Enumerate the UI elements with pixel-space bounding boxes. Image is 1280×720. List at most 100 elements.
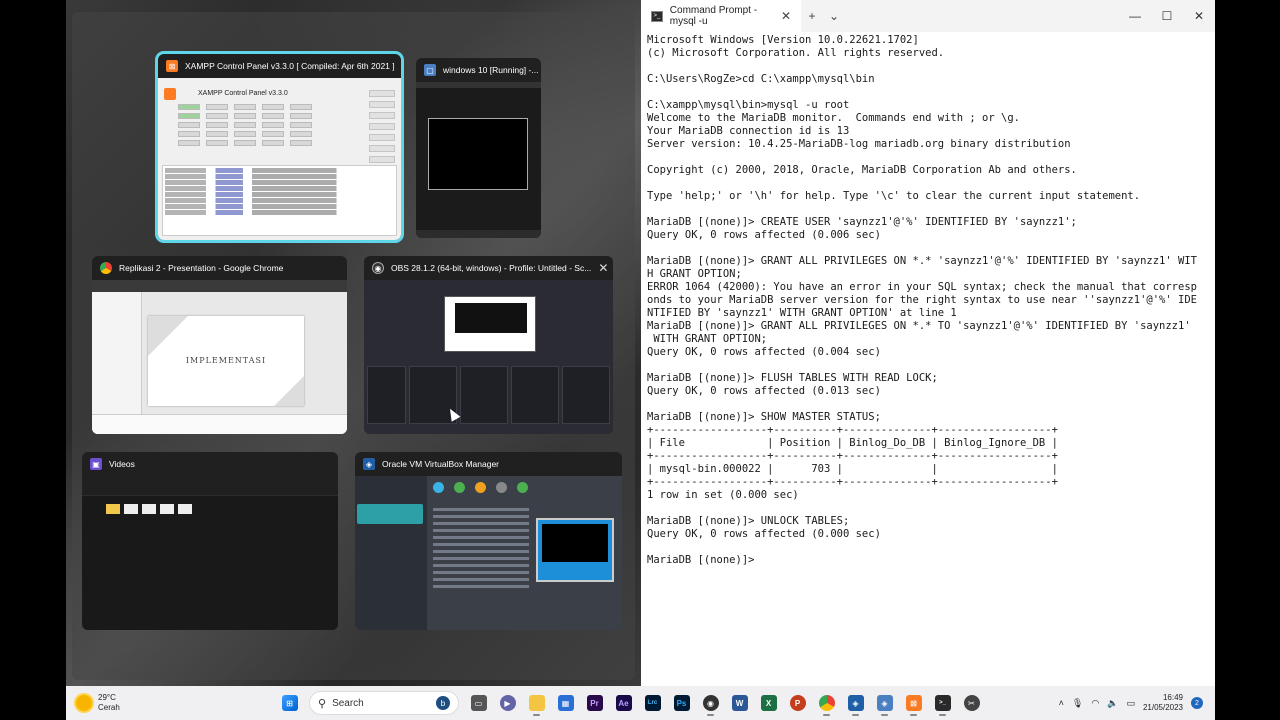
notification-badge[interactable]: 2	[1191, 697, 1203, 709]
folder-icon	[528, 695, 545, 711]
xampp-log-area	[162, 165, 397, 236]
xampp-module-grid	[178, 102, 358, 160]
search-label: Search	[332, 697, 364, 709]
excel-icon: X	[760, 695, 777, 711]
vbox-toolbar	[433, 482, 528, 493]
vm-list-selected	[357, 504, 423, 524]
weather-widget[interactable]: 29°C Cerah	[66, 693, 276, 713]
obs-button[interactable]: ◉	[697, 690, 724, 717]
window-title-bar: ▢ windows 10 [Running] -...	[416, 58, 541, 82]
slide-title: IMPLEMENTASI	[185, 356, 267, 365]
after-effects-icon: Ae	[615, 695, 632, 711]
after-effects-button[interactable]: Ae	[610, 690, 637, 717]
terminal-output[interactable]: Microsoft Windows [Version 10.0.22621.17…	[641, 32, 1215, 569]
command-prompt-button[interactable]: >_	[929, 690, 956, 717]
teams-button[interactable]: ▶	[494, 690, 521, 717]
photoshop-button[interactable]: Ps	[668, 690, 695, 717]
window-thumbnail-obs[interactable]: ◉ OBS 28.1.2 (64-bit, windows) - Profile…	[364, 256, 613, 434]
window-preview: XAMPP Control Panel v3.3.0	[158, 78, 401, 240]
xampp-icon: ⊠	[166, 60, 178, 72]
letterbox-right	[1215, 686, 1280, 720]
sun-icon	[76, 695, 92, 711]
bing-icon: b	[436, 696, 450, 710]
window-title: Oracle VM VirtualBox Manager	[382, 459, 500, 469]
battery-icon[interactable]: ▭	[1126, 698, 1135, 709]
obs-icon: ◉	[702, 695, 719, 711]
virtualbox-vm-button[interactable]: ◈	[871, 690, 898, 717]
file-icon	[160, 504, 174, 514]
file-explorer-button[interactable]	[523, 690, 550, 717]
close-icon[interactable]: ✕	[598, 261, 608, 275]
maximize-button[interactable]: ☐	[1151, 9, 1183, 23]
window-preview	[364, 280, 613, 434]
xampp-preview-heading: XAMPP Control Panel v3.3.0	[198, 90, 288, 97]
search-box[interactable]: ⚲ Search b	[309, 691, 459, 715]
tab-close-icon[interactable]: ✕	[781, 9, 791, 23]
store-button[interactable]: ▦	[552, 690, 579, 717]
folder-icon	[106, 504, 120, 514]
obs-preview-canvas	[444, 296, 536, 352]
powerpoint-button[interactable]: P	[784, 690, 811, 717]
excel-button[interactable]: X	[755, 690, 782, 717]
window-title: XAMPP Control Panel v3.3.0 [ Compiled: A…	[185, 61, 395, 71]
file-icon	[178, 504, 192, 514]
window-thumbnail-virtualbox[interactable]: ◈ Oracle VM VirtualBox Manager	[355, 452, 622, 630]
tab-dropdown-icon[interactable]: ⌄	[823, 9, 845, 23]
vm-preview	[536, 518, 614, 582]
chrome-button[interactable]	[813, 690, 840, 717]
vm-console-preview	[428, 118, 528, 190]
virtualbox-button[interactable]: ◈	[842, 690, 869, 717]
start-button[interactable]: ⊞	[276, 690, 303, 717]
virtualbox-icon: ◈	[847, 695, 864, 711]
tab-title: Command Prompt - mysql -u	[669, 5, 758, 27]
window-thumbnail-xampp[interactable]: ⊠ XAMPP Control Panel v3.3.0 [ Compiled:…	[155, 51, 404, 243]
task-view-button[interactable]: ▭	[465, 690, 492, 717]
word-button[interactable]: W	[726, 690, 753, 717]
virtualbox-vm-icon: ▢	[424, 64, 436, 76]
minimize-button[interactable]: —	[1119, 9, 1151, 23]
window-controls: — ☐ ✕	[1119, 9, 1215, 23]
windows-icon: ⊞	[281, 695, 298, 711]
videos-folder-icon: ▣	[90, 458, 102, 470]
premiere-button[interactable]: Pr	[581, 690, 608, 717]
clock[interactable]: 16:49 21/05/2023	[1143, 693, 1183, 713]
window-title-bar: ◉ OBS 28.1.2 (64-bit, windows) - Profile…	[364, 256, 613, 280]
clock-time: 16:49	[1162, 693, 1183, 702]
command-prompt-icon: >_	[934, 695, 951, 711]
close-button[interactable]: ✕	[1183, 9, 1215, 23]
snipping-tool-button[interactable]: ✂	[958, 690, 985, 717]
window-preview: IMPLEMENTASI	[92, 280, 347, 434]
xampp-side-buttons	[369, 90, 395, 167]
task-view-icon: ▭	[470, 695, 487, 711]
microphone-icon[interactable]: 🎙	[1072, 698, 1083, 709]
window-thumbnail-chrome[interactable]: Replikasi 2 - Presentation - Google Chro…	[92, 256, 347, 434]
xampp-icon: ⊠	[905, 695, 922, 711]
xampp-button[interactable]: ⊠	[900, 690, 927, 717]
window-preview	[355, 476, 622, 630]
command-prompt-icon: >_	[651, 10, 663, 22]
window-title-bar: Replikasi 2 - Presentation - Google Chro…	[92, 256, 347, 280]
taskbar-apps: ⊞ ⚲ Search b ▭ ▶ ▦ Pr Ae Lrc Ps ◉ W X P …	[276, 690, 985, 717]
window-thumbnail-vm[interactable]: ▢ windows 10 [Running] -...	[416, 58, 541, 238]
powerpoint-icon: P	[789, 695, 806, 711]
new-tab-button[interactable]: +	[801, 9, 823, 23]
store-icon: ▦	[557, 695, 574, 711]
lightroom-button[interactable]: Lrc	[639, 690, 666, 717]
terminal-tab[interactable]: >_ Command Prompt - mysql -u ✕	[641, 0, 801, 32]
wifi-icon[interactable]: ◠	[1091, 698, 1099, 709]
letterbox-left	[0, 0, 66, 686]
window-title-bar: ◈ Oracle VM VirtualBox Manager	[355, 452, 622, 476]
vm-details	[433, 508, 529, 626]
window-title: Videos	[109, 459, 135, 469]
chevron-up-icon[interactable]: ˄	[1059, 698, 1064, 708]
speaker-icon[interactable]: 🔈	[1107, 698, 1118, 709]
window-preview	[82, 476, 338, 630]
lightroom-icon: Lrc	[644, 695, 661, 711]
obs-docks	[364, 366, 613, 424]
window-title: OBS 28.1.2 (64-bit, windows) - Profile: …	[391, 263, 592, 273]
desktop-screen: ⊠ XAMPP Control Panel v3.3.0 [ Compiled:…	[0, 0, 1280, 720]
taskbar: 29°C Cerah ⊞ ⚲ Search b ▭ ▶ ▦ Pr Ae Lrc …	[66, 686, 1215, 720]
word-icon: W	[731, 695, 748, 711]
window-thumbnail-videos[interactable]: ▣ Videos	[82, 452, 338, 630]
file-icon	[124, 504, 138, 514]
